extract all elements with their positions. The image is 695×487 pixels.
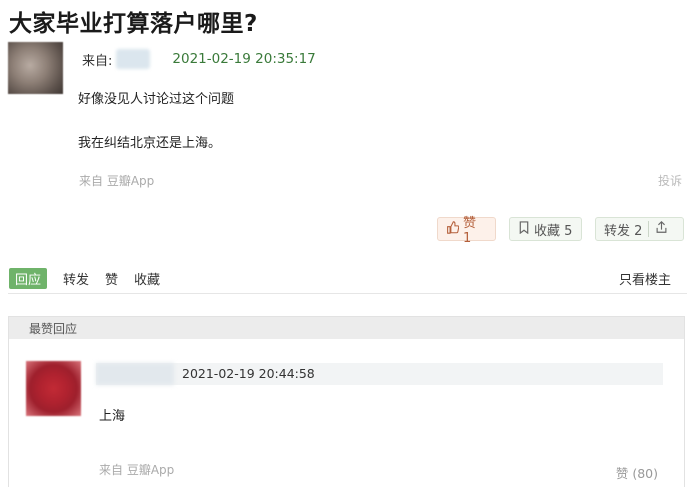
thumbs-up-icon — [446, 221, 460, 237]
tab-collects[interactable]: 收藏 — [134, 269, 160, 288]
reply-date: 2021-02-19 20:44:58 — [182, 366, 315, 381]
reply-meta: 2021-02-19 20:44:58 — [96, 363, 663, 385]
author-avatar[interactable] — [8, 42, 63, 94]
reply-avatar[interactable] — [26, 361, 81, 416]
share-icon[interactable] — [649, 220, 674, 238]
reply-text: 上海 — [99, 409, 126, 424]
author-name[interactable] — [116, 49, 151, 69]
collect-label: 收藏 5 — [534, 223, 573, 239]
like-label: 赞 1 — [463, 216, 477, 246]
reply-source: 来自 豆瓣App — [99, 463, 175, 477]
post-source: 来自 豆瓣App — [79, 174, 155, 188]
reply-author-name[interactable] — [96, 363, 174, 385]
bookmark-icon — [518, 221, 530, 237]
reply-like-button[interactable]: 赞 (80) — [616, 463, 658, 482]
tab-reshare[interactable]: 转发 — [63, 269, 89, 288]
post-content-line: 好像没见人讨论过这个问题 — [78, 92, 235, 107]
post-title: 大家毕业打算落户哪里? — [9, 11, 258, 37]
from-label: 来自: — [82, 53, 113, 69]
best-reply-section: 最赞回应 2021-02-19 20:44:58 上海 来自 豆瓣App 赞 (… — [8, 316, 685, 487]
share-label: 转发 2 — [604, 223, 643, 239]
post-meta: 来自: 2021-02-19 20:35:17 — [82, 49, 316, 69]
like-button[interactable]: 赞 1 — [437, 216, 496, 246]
share-button[interactable]: 转发 2 — [595, 217, 684, 241]
only-op-link[interactable]: 只看楼主 — [619, 269, 671, 288]
tab-likes[interactable]: 赞 — [105, 269, 118, 288]
divider — [8, 293, 687, 294]
post-content-line: 我在纠结北京还是上海。 — [78, 136, 222, 151]
report-link[interactable]: 投诉 — [658, 172, 682, 189]
best-reply-header: 最赞回应 — [9, 317, 684, 339]
reply-tabs: 回应 转发 赞 收藏 — [9, 268, 176, 289]
tab-replies[interactable]: 回应 — [9, 268, 48, 289]
collect-button[interactable]: 收藏 5 — [509, 217, 582, 241]
post-date: 2021-02-19 20:35:17 — [172, 51, 316, 67]
